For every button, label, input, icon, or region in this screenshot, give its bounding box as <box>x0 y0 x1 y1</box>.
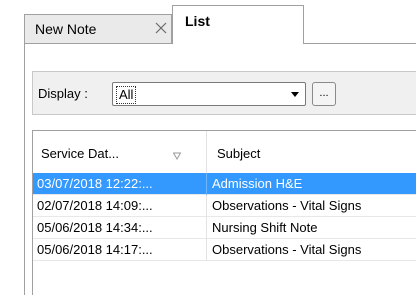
table-row[interactable]: 03/07/2018 12:22:... Admission H&E <box>33 173 416 195</box>
tab-list-label: List <box>185 13 210 29</box>
tab-new-note-label: New Note <box>35 21 97 37</box>
table-row[interactable]: 02/07/2018 14:09:... Observations - Vita… <box>33 195 416 217</box>
cell-subject: Observations - Vital Signs <box>212 198 362 213</box>
column-header-service-date[interactable]: Service Dat... <box>33 131 207 173</box>
chevron-down-icon <box>291 92 299 97</box>
tab-new-note[interactable]: New Note <box>24 14 172 43</box>
column-header-service-date-label: Service Dat... <box>41 146 120 161</box>
display-select[interactable]: All <box>112 82 306 106</box>
display-label: Display : <box>38 86 88 101</box>
table-row[interactable]: 05/06/2018 14:34:... Nursing Shift Note <box>33 217 416 239</box>
cell-service-date: 05/06/2018 14:17:... <box>33 239 207 261</box>
close-icon[interactable] <box>155 21 167 34</box>
cell-service-date: 05/06/2018 14:34:... <box>33 217 207 239</box>
display-select-value: All <box>116 86 137 104</box>
cell-service-date: 03/07/2018 12:22:... <box>33 173 207 195</box>
cell-subject: Nursing Shift Note <box>212 220 318 235</box>
tab-strip: New Note List <box>0 0 416 44</box>
cell-subject: Observations - Vital Signs <box>212 242 362 257</box>
tab-list[interactable]: List <box>172 5 304 44</box>
notes-grid: Service Dat... Subject 03/07/2018 12:22:… <box>32 130 416 295</box>
table-row[interactable]: 05/06/2018 14:17:... Observations - Vita… <box>33 239 416 261</box>
column-header-subject-label: Subject <box>217 146 261 161</box>
sort-descending-icon <box>172 148 182 160</box>
display-filter-bar: Display : All ... <box>32 71 416 115</box>
display-options-button[interactable]: ... <box>312 82 336 106</box>
column-header-subject[interactable]: Subject <box>207 131 416 173</box>
cell-service-date: 02/07/2018 14:09:... <box>33 195 207 217</box>
cell-subject: Admission H&E <box>212 176 303 191</box>
note-list-window: New Note List Display : All ... Service … <box>0 0 416 295</box>
grid-header: Service Dat... Subject <box>33 131 416 173</box>
